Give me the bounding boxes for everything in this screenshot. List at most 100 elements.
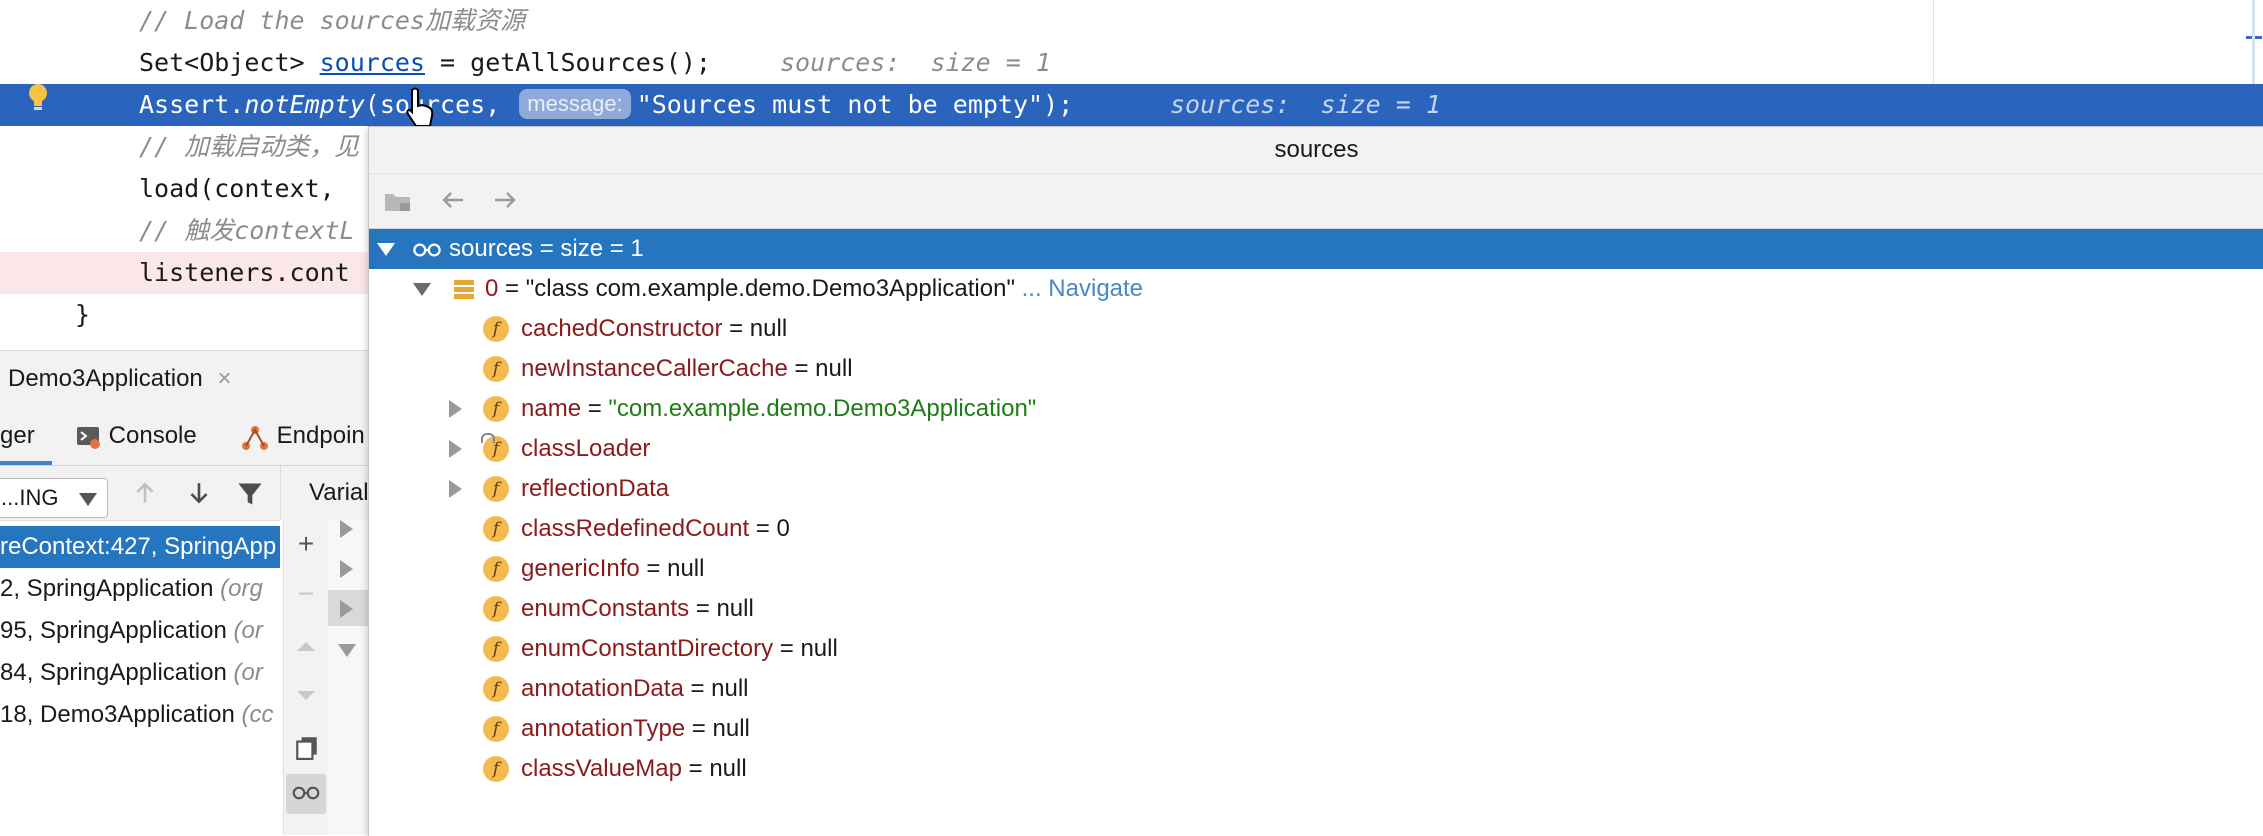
field-row[interactable]: f enumConstants = null (369, 589, 2263, 629)
field-icon: f (483, 636, 509, 662)
stack-frame[interactable]: 18, Demo3Application (cc (0, 694, 280, 736)
code-class: Assert. (139, 90, 245, 119)
field-row[interactable]: f classRedefinedCount = 0 (369, 509, 2263, 549)
forward-icon[interactable] (491, 186, 519, 214)
collapse-arrow-icon[interactable] (413, 283, 431, 296)
variable-link[interactable]: sources (320, 48, 425, 77)
frame-label: 2, SpringApplication (0, 575, 221, 602)
field-row[interactable]: f annotationType = null (369, 709, 2263, 749)
field-string-value: "com.example.demo.Demo3Application" (608, 395, 1037, 422)
field-label: name = "com.example.demo.Demo3Applicatio… (521, 389, 1036, 429)
field-row[interactable]: f newInstanceCallerCache = null (369, 349, 2263, 389)
field-row[interactable]: f name = "com.example.demo.Demo3Applicat… (369, 389, 2263, 429)
copy-icon[interactable] (294, 734, 320, 760)
tree-root-row[interactable]: sources = size = 1 (369, 229, 2263, 269)
stack-frame[interactable]: reContext:427, SpringApp (0, 526, 280, 568)
variable-tree: sources = size = 1 0 = "class com.exampl… (369, 229, 2263, 836)
collapse-arrow-icon[interactable] (377, 243, 395, 256)
code-text: listeners.cont (139, 258, 350, 287)
tree-root-label: sources = size = 1 (449, 229, 644, 269)
array-element-icon (454, 280, 474, 299)
watch-glasses-icon (413, 243, 441, 257)
tree-element-row[interactable]: 0 = "class com.example.demo.Demo3Applica… (369, 269, 2263, 309)
thread-selector[interactable]: ...ING (0, 478, 108, 518)
field-name: classRedefinedCount (521, 515, 750, 542)
code-method: notEmpty (244, 90, 365, 119)
field-label: classLoader (521, 429, 650, 469)
field-row[interactable]: f genericInfo = null (369, 549, 2263, 589)
frames-panel: ...ING reContext:427, SpringApp 2, Sprin… (0, 466, 280, 835)
tab-endpoints[interactable]: Endpoin (240, 407, 365, 465)
code-line-2: Set<Object> sources = getAllSources(); s… (0, 42, 2263, 84)
field-icon: f (483, 596, 509, 622)
arrow-up-icon[interactable] (132, 480, 158, 506)
close-icon[interactable]: × (217, 365, 231, 392)
expand-arrow-icon[interactable] (340, 600, 353, 618)
frame-package: (org (220, 575, 263, 602)
field-row[interactable]: f annotationData = null (369, 669, 2263, 709)
lightbulb-icon[interactable] (26, 82, 50, 112)
variable-name: sources (449, 235, 534, 262)
field-label: annotationData = null (521, 669, 749, 709)
filter-icon[interactable] (236, 480, 264, 508)
field-row[interactable]: f classValueMap = null (369, 749, 2263, 789)
run-config-tab[interactable]: Demo3Application × (0, 351, 231, 407)
code-comment: // 触发contextL (139, 216, 355, 245)
variables-header-label: Varial (309, 479, 369, 506)
expand-arrow-icon[interactable] (340, 520, 353, 538)
frame-label: 95, SpringApplication (0, 617, 234, 644)
field-value: = null (681, 755, 747, 782)
field-icon: f (483, 516, 509, 542)
inline-debug-value: sources: size = 1 (780, 48, 1051, 77)
field-label: cachedConstructor = null (521, 309, 787, 349)
execution-point-line: Assert.notEmpty(sources, message: "Source… (0, 84, 2263, 126)
field-icon: f (483, 356, 509, 382)
field-label: enumConstantDirectory = null (521, 629, 838, 669)
field-label: enumConstants = null (521, 589, 754, 629)
tab-console[interactable]: Console (76, 407, 197, 465)
field-value: = null (683, 675, 749, 702)
variables-toolbar: + − (283, 520, 328, 835)
show-watches-toggle[interactable] (286, 774, 326, 814)
field-row[interactable]: f reflectionData (369, 469, 2263, 509)
tab-label: Endpoin (276, 422, 365, 449)
remove-watch-icon[interactable]: − (290, 574, 322, 614)
collapse-arrow-icon[interactable] (338, 644, 356, 657)
field-row[interactable]: f enumConstantDirectory = null (369, 629, 2263, 669)
stack-frame[interactable]: 84, SpringApplication (or (0, 652, 280, 694)
field-name: newInstanceCallerCache (521, 355, 788, 382)
field-value: = null (787, 355, 853, 382)
frame-package: (or (233, 617, 263, 644)
tab-label: Console (108, 422, 197, 449)
field-label: reflectionData (521, 469, 669, 509)
field-value: = null (685, 715, 750, 742)
add-watch-icon[interactable]: + (290, 524, 322, 564)
stack-frame[interactable]: 2, SpringApplication (org (0, 568, 280, 610)
field-name: classLoader (521, 435, 651, 462)
chevron-down-icon (79, 493, 97, 506)
add-to-watches-icon[interactable] (383, 186, 413, 216)
move-up-icon[interactable] (294, 634, 318, 658)
field-name: classValueMap (521, 755, 682, 782)
lock-overlay-icon (481, 433, 495, 443)
arrow-down-icon[interactable] (186, 480, 212, 506)
thread-selector-value: ...ING (1, 485, 59, 510)
field-value: = (581, 395, 609, 422)
field-row[interactable]: f classLoader (369, 429, 2263, 469)
navigate-link[interactable]: ... Navigate (1015, 275, 1143, 302)
stack-frame[interactable]: 95, SpringApplication (or (0, 610, 280, 652)
expand-arrow-icon[interactable] (449, 440, 462, 458)
field-value: = 0 (749, 515, 790, 542)
expand-arrow-icon[interactable] (449, 400, 462, 418)
field-row[interactable]: f cachedConstructor = null (369, 309, 2263, 349)
code-text: Assert.notEmpty(sources, message: "Source… (139, 84, 1073, 126)
frame-package: (or (233, 659, 263, 686)
move-down-icon[interactable] (294, 684, 318, 708)
frame-label: reContext:427, SpringApp (0, 533, 277, 560)
element-index: 0 (485, 275, 499, 302)
expand-arrow-icon[interactable] (340, 560, 353, 578)
code-call: = getAllSources(); (424, 48, 711, 77)
back-icon[interactable] (439, 186, 467, 214)
tab-debugger[interactable]: ger (0, 407, 52, 465)
expand-arrow-icon[interactable] (449, 480, 462, 498)
